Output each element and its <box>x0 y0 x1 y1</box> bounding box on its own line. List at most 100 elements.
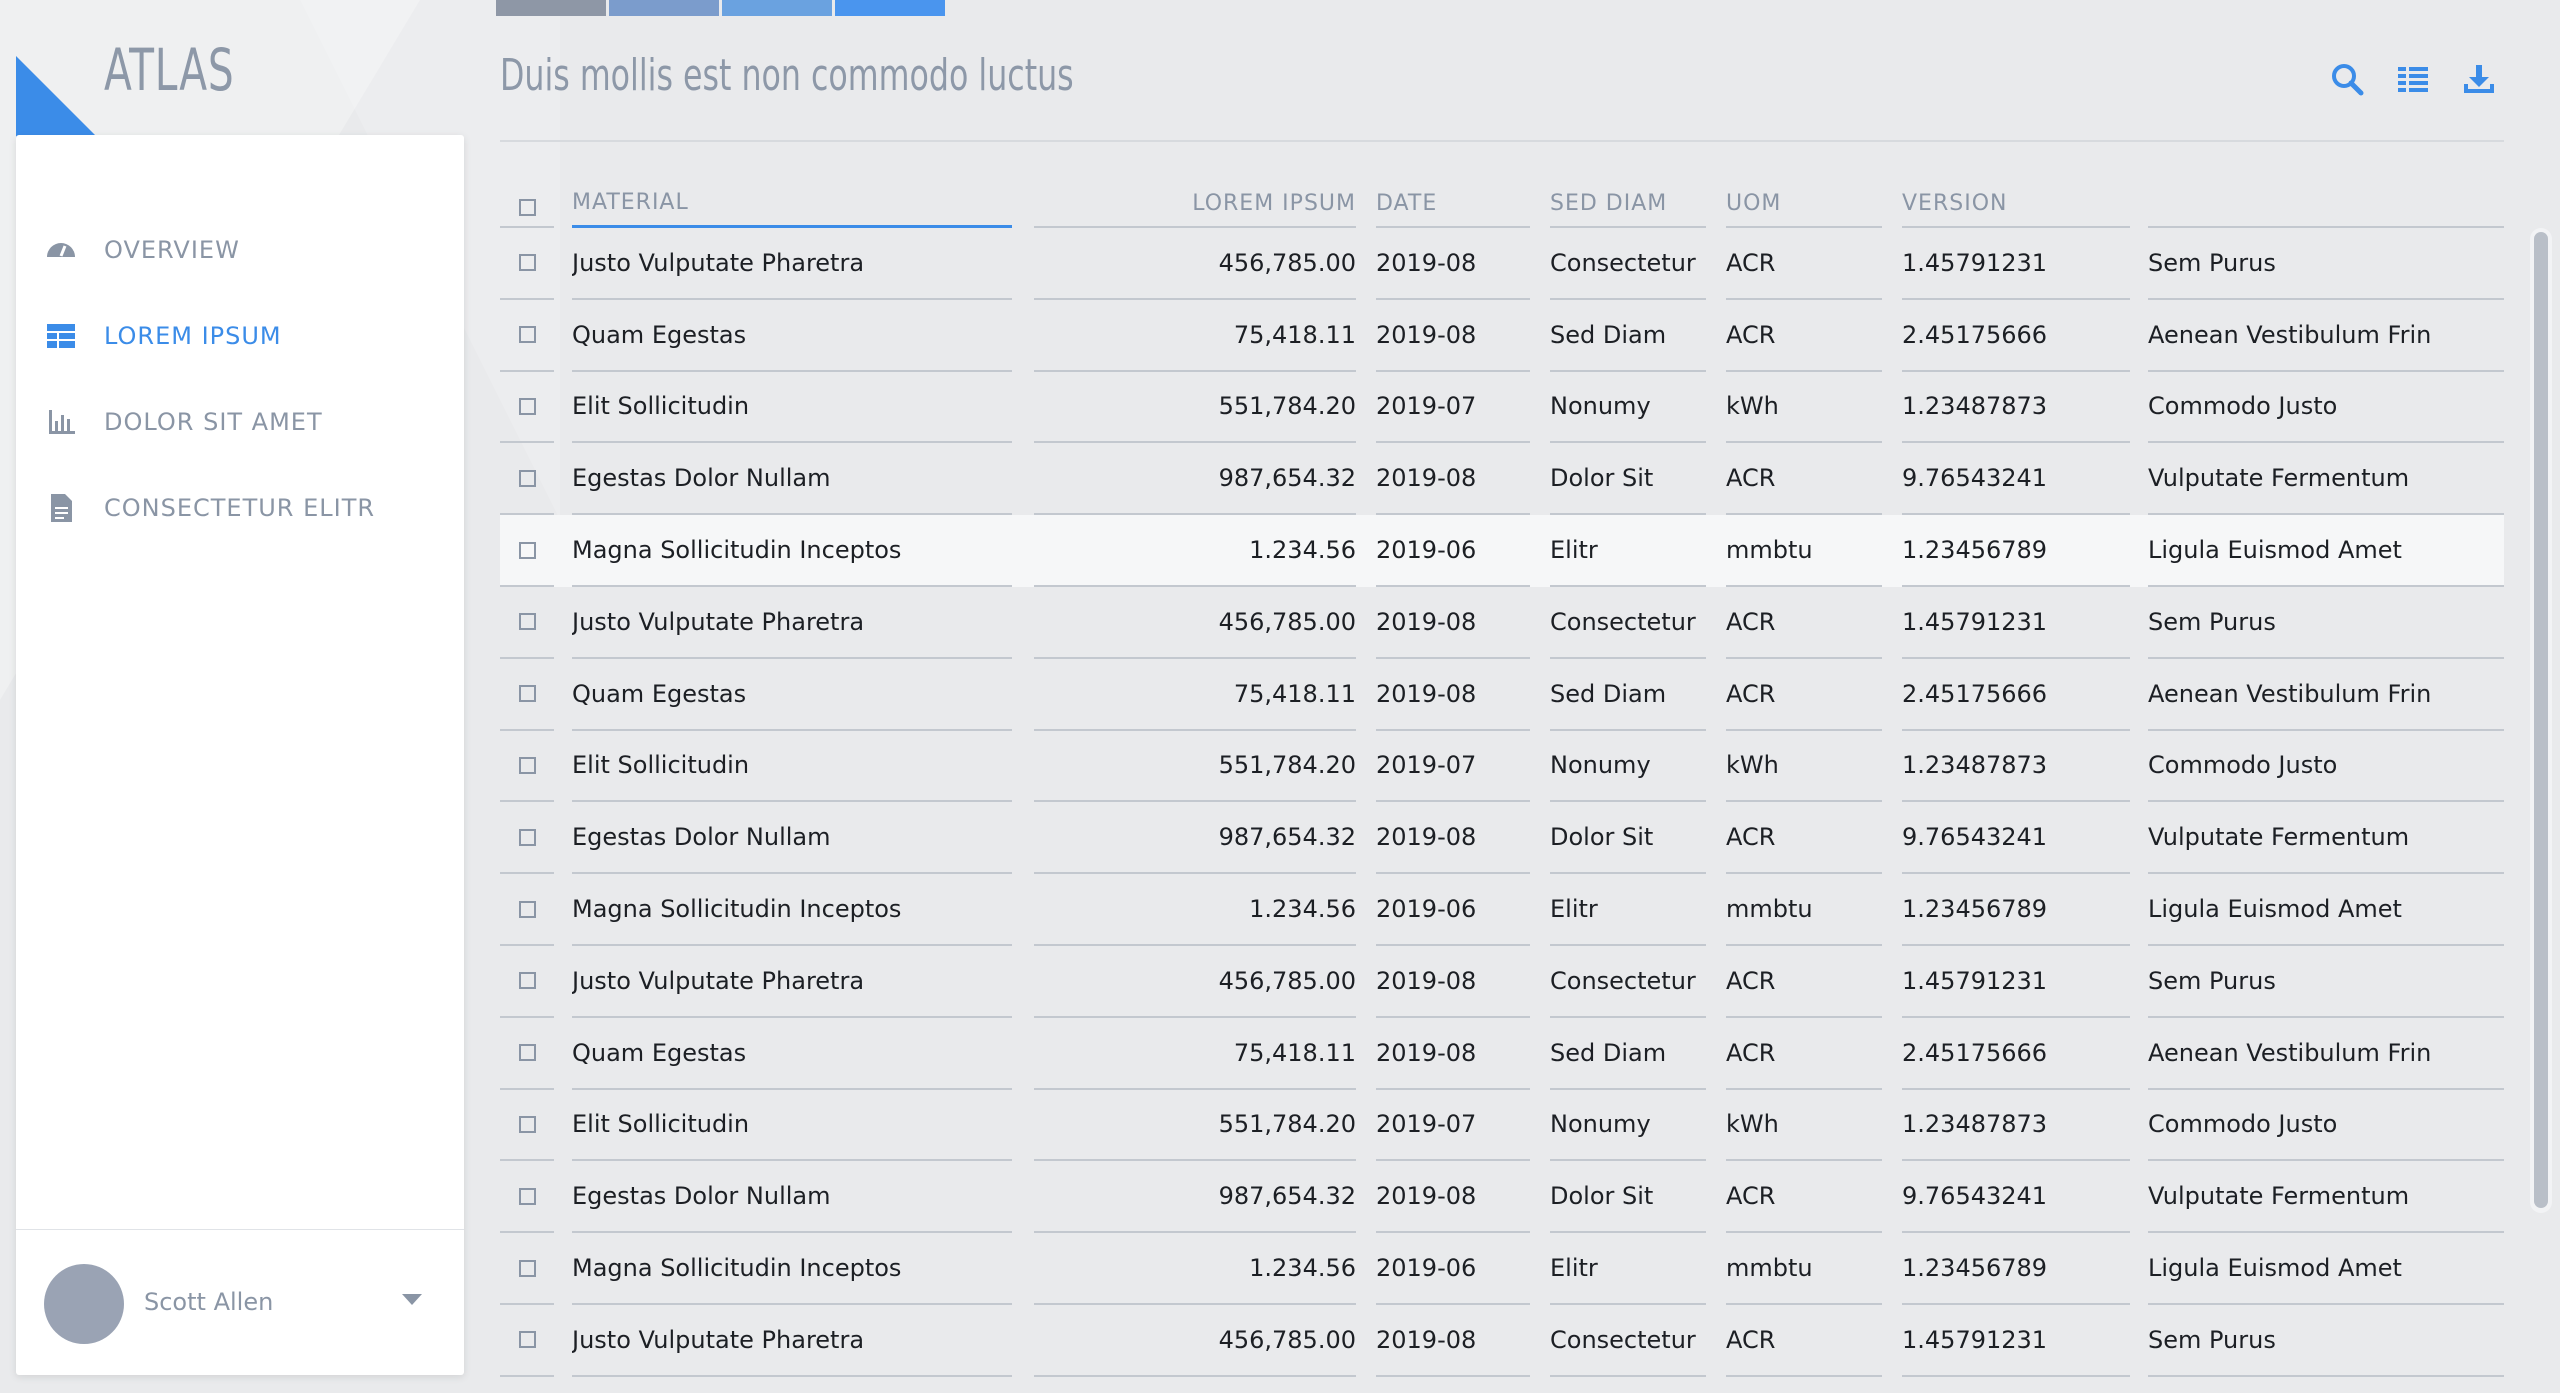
table-row[interactable]: Magna Sollicitudin Inceptos 1.234.56 2019-… <box>500 515 2504 587</box>
column-header-lorem-ipsum[interactable]: LOREM IPSUM <box>1034 170 1356 228</box>
material-cell: Egestas Dolor Nullam <box>572 443 1012 516</box>
table-row[interactable]: Egestas Dolor Nullam 987,654.32 2019-08 Dol… <box>500 1161 2504 1234</box>
table-row[interactable]: Quam Egestas 75,418.11 2019-08 Sed Diam ACR 2… <box>500 300 2504 372</box>
lorem-ipsum-cell: 551,784.20 <box>1034 731 1356 803</box>
uom-cell: ACR <box>1726 802 1882 875</box>
page-title: Duis mollis est non commodo luctus <box>500 50 1074 101</box>
row-checkbox[interactable] <box>518 326 536 344</box>
version-cell: 1.45791231 <box>1902 946 2130 1018</box>
lorem-ipsum-cell: 456,785.00 <box>1034 946 1356 1018</box>
uom-cell: ACR <box>1726 443 1882 516</box>
version-cell: 1.45791231 <box>1902 1305 2130 1377</box>
table-row[interactable]: Elit Sollicitudin 551,784.20 2019-07 Nonumy… <box>500 731 2504 803</box>
version-cell: 9.76543241 <box>1902 802 2130 875</box>
row-checkbox[interactable] <box>518 828 536 846</box>
user-menu[interactable]: Scott Allen <box>16 1229 464 1375</box>
extra-cell: Commodo Justo <box>2148 1090 2504 1162</box>
table-row[interactable]: Elit Sollicitudin 551,784.20 2019-07 Nonumy… <box>500 372 2504 444</box>
row-checkbox[interactable] <box>518 541 536 559</box>
extra-cell: Aenean Vestibulum Frin <box>2148 659 2504 731</box>
row-checkbox[interactable] <box>518 685 536 703</box>
table-header-row: MATERIAL LOREM IPSUM DATE SED DIAM UOM V… <box>500 170 2504 228</box>
table-row[interactable]: Justo Vulputate Pharetra 456,785.00 2019-0… <box>500 1305 2504 1377</box>
row-checkbox[interactable] <box>518 254 536 272</box>
top-bar-segment <box>835 0 945 16</box>
sidebar-item-label: LOREM IPSUM <box>104 322 282 350</box>
sidebar-nav: OVERVIEW LOREM IPSUM DOLOR SIT AMET CONS… <box>16 207 464 551</box>
column-header-uom[interactable]: UOM <box>1726 170 1882 228</box>
table-row[interactable]: Magna Sollicitudin Inceptos 1.234.56 2019-… <box>500 874 2504 946</box>
row-select-cell <box>500 300 554 372</box>
column-header-version[interactable]: VERSION <box>1902 170 2130 228</box>
date-cell: 2019-08 <box>1376 587 1530 659</box>
chevron-down-icon[interactable] <box>402 1294 422 1305</box>
row-checkbox[interactable] <box>518 756 536 774</box>
sed-diam-cell: Dolor Sit <box>1550 802 1706 875</box>
row-checkbox[interactable] <box>518 397 536 415</box>
date-cell: 2019-08 <box>1376 300 1530 372</box>
row-checkbox[interactable] <box>518 1331 536 1349</box>
date-cell: 2019-06 <box>1376 874 1530 946</box>
column-header-material[interactable]: MATERIAL <box>572 170 1012 228</box>
row-checkbox[interactable] <box>518 1187 536 1205</box>
sidebar-item-consectetur-elitr[interactable]: CONSECTETUR ELITR <box>16 465 464 551</box>
table-row[interactable]: Justo Vulputate Pharetra 456,785.00 2019-0… <box>500 228 2504 300</box>
row-checkbox[interactable] <box>518 972 536 990</box>
scrollbar-thumb[interactable] <box>2534 232 2548 1208</box>
row-select-cell <box>500 659 554 731</box>
table-row[interactable]: Justo Vulputate Pharetra 456,785.00 2019-0… <box>500 587 2504 659</box>
table-row[interactable]: Magna Sollicitudin Inceptos 1.234.56 2019-… <box>500 1233 2504 1305</box>
sed-diam-cell: Sed Diam <box>1550 1018 1706 1090</box>
version-cell: 1.23487873 <box>1902 372 2130 444</box>
sidebar-item-label: DOLOR SIT AMET <box>104 408 323 436</box>
uom-cell: ACR <box>1726 228 1882 300</box>
version-cell: 2.45175666 <box>1902 659 2130 731</box>
sidebar-item-lorem-ipsum[interactable]: LOREM IPSUM <box>16 293 464 379</box>
extra-cell: Ligula Euismod Amet <box>2148 1233 2504 1305</box>
select-all-cell <box>500 170 554 228</box>
row-checkbox[interactable] <box>518 1115 536 1133</box>
row-select-cell <box>500 587 554 659</box>
row-checkbox[interactable] <box>518 613 536 631</box>
uom-cell: mmbtu <box>1726 515 1882 587</box>
extra-cell: Sem Purus <box>2148 228 2504 300</box>
material-cell: Quam Egestas <box>572 300 1012 372</box>
sed-diam-cell: Nonumy <box>1550 1090 1706 1162</box>
column-header-date[interactable]: DATE <box>1376 170 1530 228</box>
material-cell: Egestas Dolor Nullam <box>572 802 1012 875</box>
sed-diam-cell: Elitr <box>1550 874 1706 946</box>
search-button[interactable] <box>2326 58 2368 100</box>
uom-cell: ACR <box>1726 1018 1882 1090</box>
row-checkbox[interactable] <box>518 900 536 918</box>
version-cell: 1.45791231 <box>1902 228 2130 300</box>
material-cell: Magna Sollicitudin Inceptos <box>572 874 1012 946</box>
top-bar-segment <box>496 0 606 16</box>
uom-cell: kWh <box>1726 372 1882 444</box>
table-row[interactable]: Quam Egestas 75,418.11 2019-08 Sed Diam ACR 2… <box>500 1018 2504 1090</box>
sidebar-item-dolor-sit-amet[interactable]: DOLOR SIT AMET <box>16 379 464 465</box>
version-cell: 2.45175666 <box>1902 1018 2130 1090</box>
date-cell: 2019-06 <box>1376 515 1530 587</box>
lorem-ipsum-cell: 456,785.00 <box>1034 228 1356 300</box>
material-cell: Magna Sollicitudin Inceptos <box>572 515 1012 587</box>
select-all-checkbox[interactable] <box>518 199 536 216</box>
download-button[interactable] <box>2458 58 2500 100</box>
table-row[interactable]: Elit Sollicitudin 551,784.20 2019-07 Nonumy… <box>500 1090 2504 1162</box>
list-view-button[interactable] <box>2392 58 2434 100</box>
date-cell: 2019-08 <box>1376 659 1530 731</box>
uom-cell: mmbtu <box>1726 1233 1882 1305</box>
row-select-cell <box>500 1090 554 1162</box>
row-checkbox[interactable] <box>518 1259 536 1277</box>
sidebar-item-label: OVERVIEW <box>104 236 240 264</box>
row-checkbox[interactable] <box>518 469 536 487</box>
column-header-sed-diam[interactable]: SED DIAM <box>1550 170 1706 228</box>
sed-diam-cell: Sed Diam <box>1550 659 1706 731</box>
sed-diam-cell: Consectetur <box>1550 228 1706 300</box>
table-row[interactable]: Egestas Dolor Nullam 987,654.32 2019-08 Dol… <box>500 802 2504 875</box>
row-checkbox[interactable] <box>518 1044 536 1062</box>
sidebar-item-overview[interactable]: OVERVIEW <box>16 207 464 293</box>
table-row[interactable]: Justo Vulputate Pharetra 456,785.00 2019-0… <box>500 946 2504 1018</box>
table-row[interactable]: Quam Egestas 75,418.11 2019-08 Sed Diam ACR 2… <box>500 659 2504 731</box>
table-row[interactable]: Egestas Dolor Nullam 987,654.32 2019-08 Dol… <box>500 443 2504 516</box>
avatar <box>44 1264 124 1344</box>
